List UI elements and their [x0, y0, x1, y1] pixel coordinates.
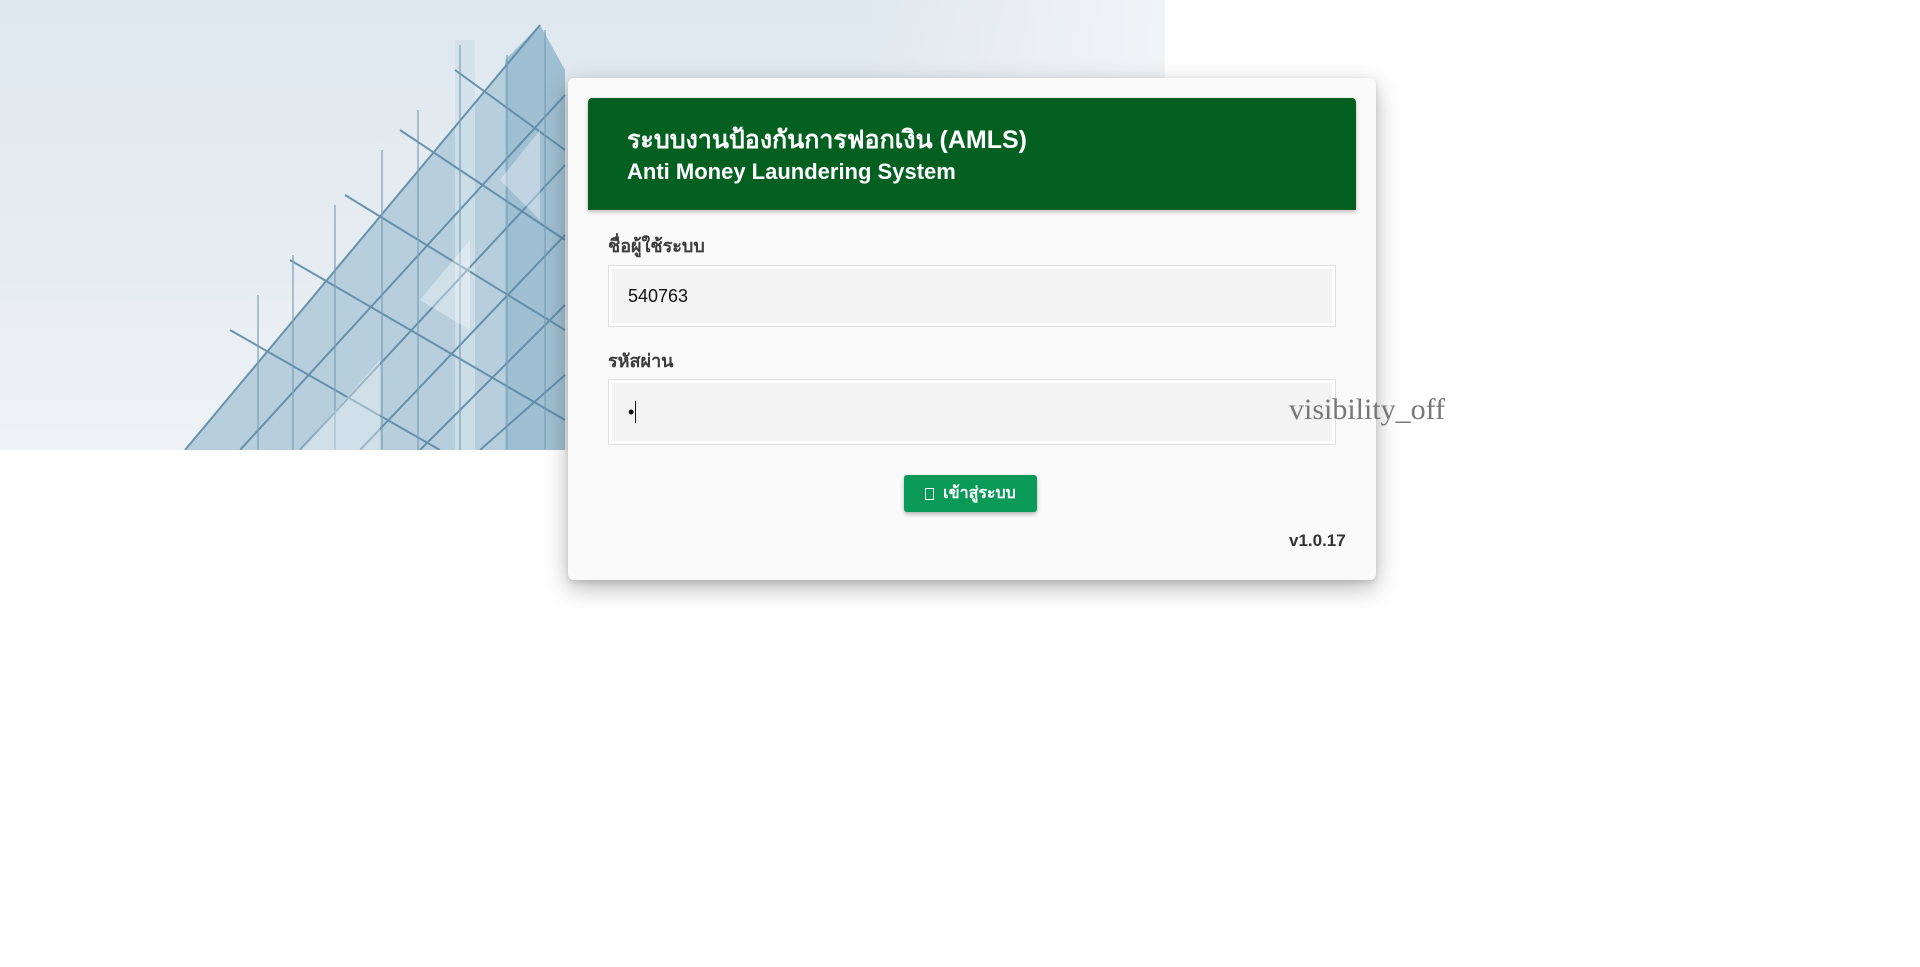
login-button[interactable]: เข้าสู่ระบบ: [904, 475, 1037, 512]
app-title-thai: ระบบงานป้องกันการฟอกเงิน (AMLS): [627, 126, 1027, 154]
password-label: รหัสผ่าน: [608, 351, 674, 371]
username-input[interactable]: 540763: [612, 269, 1332, 323]
login-header: ระบบงานป้องกันการฟอกเงิน (AMLS) Anti Mon…: [588, 98, 1356, 210]
password-mask: •: [628, 401, 635, 422]
app-title-english: Anti Money Laundering System: [627, 159, 956, 184]
username-label: ชื่อผู้ใช้ระบบ: [608, 236, 705, 256]
text-caret: [635, 401, 637, 423]
visibility-off-icon[interactable]: visibility_off: [1289, 393, 1445, 427]
password-field[interactable]: •: [608, 379, 1336, 445]
login-icon: [925, 487, 935, 500]
password-input[interactable]: •: [612, 383, 1332, 441]
version-label: v1.0.17: [1289, 531, 1346, 550]
username-field[interactable]: 540763: [608, 265, 1336, 327]
login-button-label: เข้าสู่ระบบ: [943, 485, 1016, 502]
